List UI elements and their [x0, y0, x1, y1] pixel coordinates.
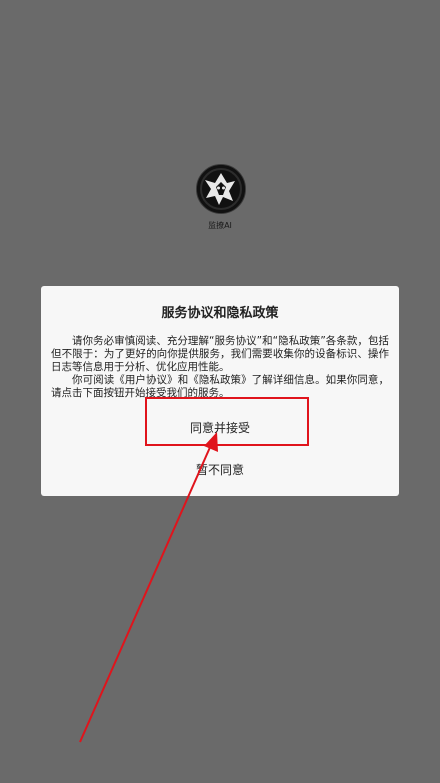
dialog-paragraph-terms: 请你务必审慎阅读、充分理解“服务协议”和“隐私政策”各条款，包括但不限于：为了更…: [51, 335, 389, 373]
app-logo-icon: [196, 164, 246, 214]
dialog-paragraph-links: 你可阅读《用户协议》和《隐私政策》了解详细信息。如果你同意，请点击下面按钮开始接…: [51, 374, 389, 399]
dialog-body: 请你务必审慎阅读、充分理解“服务协议”和“隐私政策”各条款，包括但不限于：为了更…: [51, 335, 389, 400]
privacy-dialog: 服务协议和隐私政策 请你务必审慎阅读、充分理解“服务协议”和“隐私政策”各条款，…: [41, 286, 399, 496]
app-name: 监撩AI: [208, 221, 232, 230]
accept-button[interactable]: 同意并接受: [41, 419, 399, 436]
dialog-title: 服务协议和隐私政策: [161, 306, 279, 321]
decline-button[interactable]: 暂不同意: [41, 461, 399, 478]
